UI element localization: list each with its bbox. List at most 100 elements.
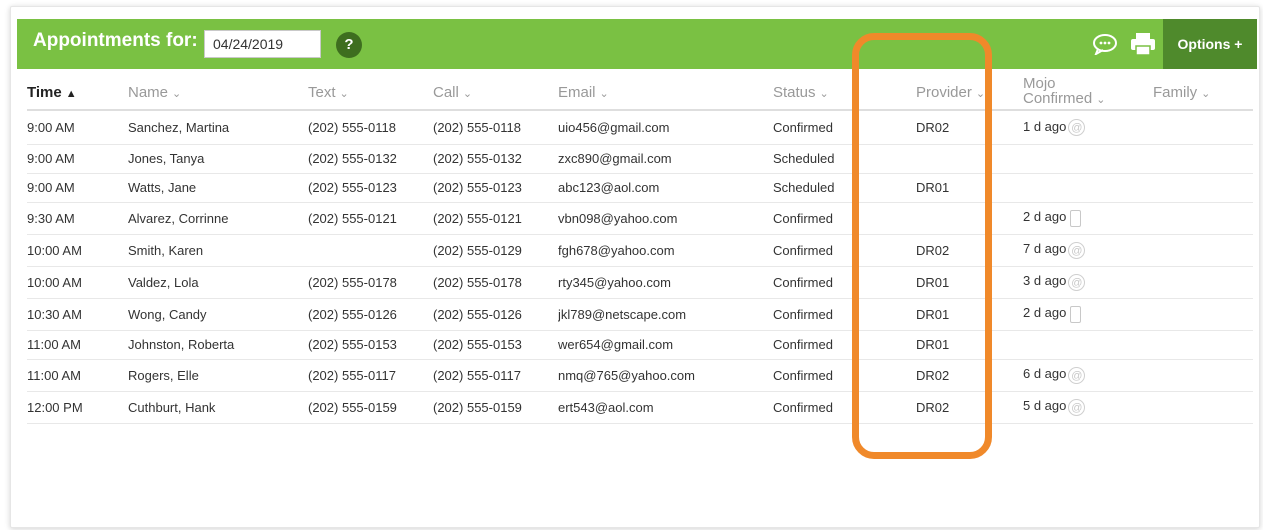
cell-call[interactable]: (202) 555-0132 xyxy=(433,144,558,174)
cell-name: Valdez, Lola xyxy=(128,266,308,299)
table-row[interactable]: 10:30 AM Wong, Candy (202) 555-0126 (202) 5… xyxy=(27,298,1253,331)
chevron-down-icon: ⌄ xyxy=(819,87,829,100)
at-icon: @ xyxy=(1068,366,1086,384)
phone-icon xyxy=(1070,305,1082,323)
cell-text[interactable]: (202) 555-0121 xyxy=(308,202,433,235)
at-icon: @ xyxy=(1068,398,1086,416)
cell-name: Watts, Jane xyxy=(128,173,308,203)
table-row[interactable]: 9:00 AM Watts, Jane (202) 555-0123 (202) 55… xyxy=(27,173,1253,203)
mojo-confirmed-text: 3 d ago xyxy=(1023,273,1067,289)
mojo-confirmed-text: 2 d ago xyxy=(1023,209,1067,225)
cell-mojo-confirmed xyxy=(1023,330,1153,360)
cell-email[interactable]: fgh678@yahoo.com xyxy=(558,234,773,267)
date-field[interactable]: 04/24/2019 xyxy=(204,30,321,58)
cell-email[interactable]: rty345@yahoo.com xyxy=(558,266,773,299)
cell-call[interactable]: (202) 555-0159 xyxy=(433,391,558,424)
table-row[interactable]: 10:00 AM Valdez, Lola (202) 555-0178 (202) … xyxy=(27,266,1253,299)
chevron-down-icon: ⌄ xyxy=(462,87,473,100)
cell-family xyxy=(1153,391,1253,424)
mojo-confirmed-text: 7 d ago xyxy=(1023,241,1067,257)
cell-text[interactable]: (202) 555-0153 xyxy=(308,330,433,360)
cell-text[interactable]: (202) 555-0118 xyxy=(308,110,433,145)
cell-family xyxy=(1153,144,1253,174)
cell-text[interactable]: (202) 555-0117 xyxy=(308,359,433,392)
cell-call[interactable]: (202) 555-0118 xyxy=(433,110,558,145)
cell-mojo-confirmed: 2 d ago xyxy=(1023,298,1153,331)
chevron-down-icon: ⌄ xyxy=(1201,87,1211,100)
cell-call[interactable]: (202) 555-0129 xyxy=(433,234,558,267)
cell-email[interactable]: jkl789@netscape.com xyxy=(558,298,773,331)
provider-column-highlight xyxy=(852,33,992,459)
appointments-table: Time ▲ Name ⌄ Text ⌄ Call ⌄ Email ⌄ Status ⌄ P… xyxy=(27,75,1253,424)
table-row[interactable]: 11:00 AM Rogers, Elle (202) 555-0117 (202) … xyxy=(27,359,1253,392)
cell-call[interactable]: (202) 555-0121 xyxy=(433,202,558,235)
cell-text[interactable]: (202) 555-0123 xyxy=(308,173,433,203)
cell-time: 11:00 AM xyxy=(27,359,128,392)
cell-name: Jones, Tanya xyxy=(128,144,308,174)
cell-family xyxy=(1153,298,1253,331)
cell-family xyxy=(1153,234,1253,267)
column-header-name[interactable]: Name ⌄ xyxy=(128,75,308,111)
cell-email[interactable]: zxc890@gmail.com xyxy=(558,144,773,174)
table-row[interactable]: 9:00 AM Jones, Tanya (202) 555-0132 (202) 5… xyxy=(27,144,1253,174)
cell-call[interactable]: (202) 555-0153 xyxy=(433,330,558,360)
cell-call[interactable]: (202) 555-0123 xyxy=(433,173,558,203)
table-row[interactable]: 11:00 AM Johnston, Roberta (202) 555-0153(… xyxy=(27,330,1253,360)
chevron-up-icon: ▲ xyxy=(65,87,77,100)
mojo-confirmed-text: 5 d ago xyxy=(1023,398,1067,414)
cell-time: 9:30 AM xyxy=(27,202,128,235)
table-row[interactable]: 9:00 AM Sanchez, Martina (202) 555-0118 (20… xyxy=(27,110,1253,145)
cell-email[interactable]: nmq@765@yahoo.com xyxy=(558,359,773,392)
cell-call[interactable]: (202) 555-0117 xyxy=(433,359,558,392)
cell-family xyxy=(1153,359,1253,392)
cell-name: Johnston, Roberta xyxy=(128,330,308,360)
print-icon[interactable] xyxy=(1130,32,1156,56)
cell-mojo-confirmed xyxy=(1023,144,1153,174)
cell-text[interactable]: (202) 555-0178 xyxy=(308,266,433,299)
chevron-down-icon: ⌄ xyxy=(339,87,349,100)
column-header-time[interactable]: Time ▲ xyxy=(27,75,128,111)
mojo-confirmed-text: 1 d ago xyxy=(1023,118,1067,134)
cell-mojo-confirmed: 1 d ago @ xyxy=(1023,110,1153,145)
cell-name: Sanchez, Martina xyxy=(128,110,308,145)
cell-text[interactable]: (202) 555-0159 xyxy=(308,391,433,424)
cell-text[interactable]: (202) 555-0126 xyxy=(308,298,433,331)
cell-family xyxy=(1153,330,1253,360)
cell-time: 10:30 AM xyxy=(27,298,128,331)
mojo-confirmed-text: 6 d ago xyxy=(1023,366,1067,382)
chat-icon[interactable] xyxy=(1092,33,1118,55)
chevron-down-icon: ⌄ xyxy=(599,87,609,100)
cell-email[interactable]: abc123@aol.com xyxy=(558,173,773,203)
column-header-family[interactable]: Family ⌄ xyxy=(1153,75,1253,111)
options-button[interactable]: Options + xyxy=(1163,19,1257,69)
column-header-text[interactable]: Text ⌄ xyxy=(308,75,433,111)
table-row[interactable]: 9:30 AM Alvarez, Corrinne (202) 555-0121 (2… xyxy=(27,202,1253,235)
mojo-confirmed-text: 2 d ago xyxy=(1023,305,1067,321)
cell-email[interactable]: uio456@gmail.com xyxy=(558,110,773,145)
table-row[interactable]: 10:00 AM Smith, Karen (202) 555-0129 fgh678… xyxy=(27,234,1253,267)
cell-call[interactable]: (202) 555-0126 xyxy=(433,298,558,331)
cell-email[interactable]: ert543@aol.com xyxy=(558,391,773,424)
at-icon: @ xyxy=(1068,273,1086,291)
cell-time: 11:00 AM xyxy=(27,330,128,360)
cell-text[interactable] xyxy=(308,234,433,267)
cell-email[interactable]: vbn098@yahoo.com xyxy=(558,202,773,235)
column-header-call[interactable]: Call ⌄ xyxy=(433,75,558,111)
cell-name: Alvarez, Corrinne xyxy=(128,202,308,235)
help-button[interactable]: ? xyxy=(336,32,362,58)
cell-time: 9:00 AM xyxy=(27,173,128,203)
cell-mojo-confirmed: 6 d ago @ xyxy=(1023,359,1153,392)
column-header-email[interactable]: Email ⌄ xyxy=(558,75,773,111)
cell-time: 9:00 AM xyxy=(27,110,128,145)
table-row[interactable]: 12:00 PM Cuthburt, Hank (202) 555-0159 (202… xyxy=(27,391,1253,424)
cell-time: 9:00 AM xyxy=(27,144,128,174)
cell-call[interactable]: (202) 555-0178 xyxy=(433,266,558,299)
cell-name: Smith, Karen xyxy=(128,234,308,267)
chevron-down-icon: ⌄ xyxy=(172,87,182,100)
cell-mojo-confirmed: 5 d ago @ xyxy=(1023,391,1153,424)
column-header-mojo-confirmed[interactable]: Mojo Confirmed ⌄ xyxy=(1023,75,1153,111)
cell-text[interactable]: (202) 555-0132 xyxy=(308,144,433,174)
cell-email[interactable]: wer654@gmail.com xyxy=(558,330,773,360)
cell-family xyxy=(1153,110,1253,145)
cell-name: Cuthburt, Hank xyxy=(128,391,308,424)
